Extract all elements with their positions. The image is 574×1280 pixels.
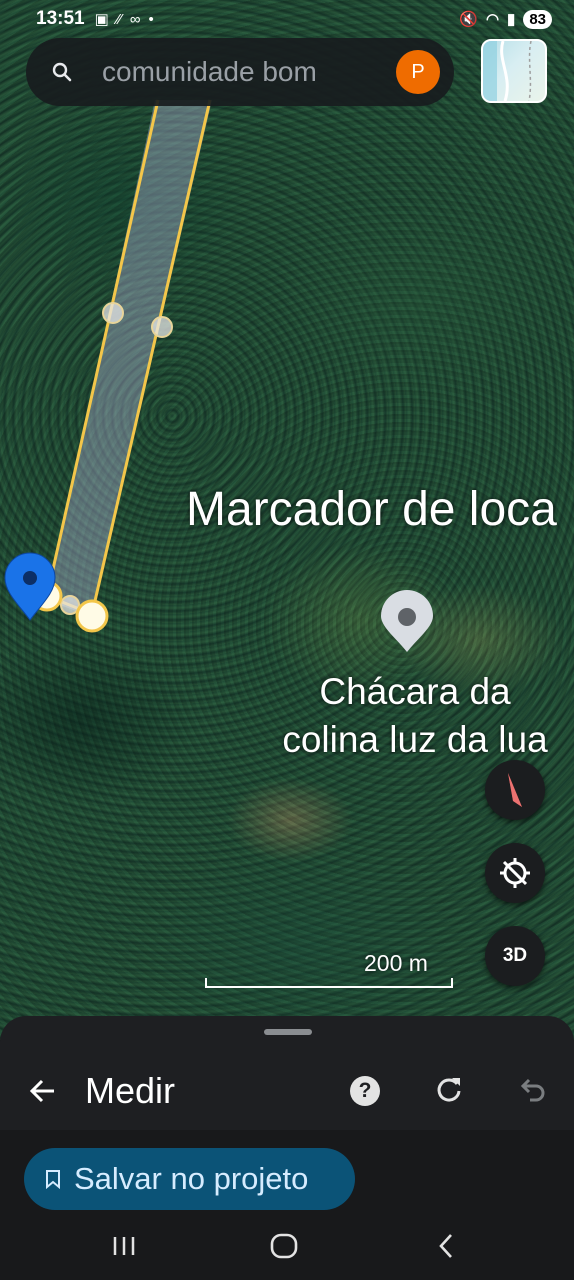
- voicemail-icon: ∞: [129, 10, 141, 28]
- scale-bar: [205, 978, 453, 988]
- measure-vertex-handle[interactable]: [75, 599, 109, 633]
- sheet-title: Medir: [85, 1070, 176, 1111]
- home-button[interactable]: [268, 1230, 300, 1262]
- drag-handle[interactable]: [264, 1029, 312, 1035]
- location-off-icon: [500, 858, 530, 888]
- redo-icon[interactable]: [434, 1074, 464, 1104]
- screenshot-icon: ▣: [94, 11, 109, 28]
- place-marker-icon[interactable]: [381, 590, 433, 652]
- battery-level: 83: [523, 9, 552, 29]
- save-button-label: Salvar no projeto: [74, 1161, 309, 1196]
- recents-icon: [113, 1237, 135, 1255]
- search-input[interactable]: comunidade bom: [102, 56, 396, 88]
- search-bar[interactable]: comunidade bom P: [26, 38, 454, 106]
- 3d-button[interactable]: 3D: [485, 926, 545, 986]
- help-icon[interactable]: ?: [350, 1076, 380, 1106]
- place-name-line: Chácara da: [319, 671, 511, 712]
- marker-title: Marcador de loca: [186, 483, 557, 536]
- search-icon: [52, 62, 72, 82]
- back-icon: [439, 1234, 452, 1258]
- recents-button[interactable]: [108, 1230, 140, 1262]
- sheet-header: Medir ?: [0, 1060, 574, 1132]
- back-arrow-icon[interactable]: [28, 1076, 58, 1106]
- status-bar: 13:51 ▣ ⁄⁄ ∞ • 🔇 ◠ ▮ 83: [0, 0, 574, 38]
- measure-midpoint-handle[interactable]: [151, 316, 173, 338]
- save-to-project-button[interactable]: Salvar no projeto: [24, 1148, 355, 1210]
- system-nav-bar: [0, 1210, 574, 1280]
- status-time: 13:51: [36, 8, 85, 29]
- my-location-button[interactable]: [485, 843, 545, 903]
- measure-sheet: Medir ? Salvar no projeto: [0, 1016, 574, 1210]
- place-name-line: colina luz da lua: [282, 719, 548, 760]
- wifi-icon: ◠: [485, 11, 500, 28]
- mute-icon: 🔇: [459, 11, 478, 28]
- satellite-map[interactable]: Marcador de loca Chácara da colina luz d…: [0, 0, 574, 1040]
- avatar[interactable]: P: [396, 50, 440, 94]
- map-layers-button[interactable]: [481, 39, 547, 103]
- signal-icon: ▮: [507, 11, 516, 28]
- measure-area: [47, 100, 212, 617]
- undo-icon[interactable]: [518, 1074, 548, 1104]
- home-icon: [270, 1233, 298, 1259]
- back-button[interactable]: [430, 1230, 462, 1262]
- measure-midpoint-handle[interactable]: [102, 302, 124, 324]
- no-signal-icon: ⁄⁄: [116, 10, 122, 28]
- scale-label: 200 m: [364, 950, 428, 976]
- bookmark-icon: [46, 1170, 60, 1189]
- compass-button[interactable]: [485, 760, 545, 820]
- compass-icon: [508, 773, 522, 807]
- place-name[interactable]: Chácara da colina luz da lua: [250, 668, 574, 764]
- layers-thumbnail-icon: [483, 41, 532, 101]
- dot-icon: •: [148, 10, 154, 28]
